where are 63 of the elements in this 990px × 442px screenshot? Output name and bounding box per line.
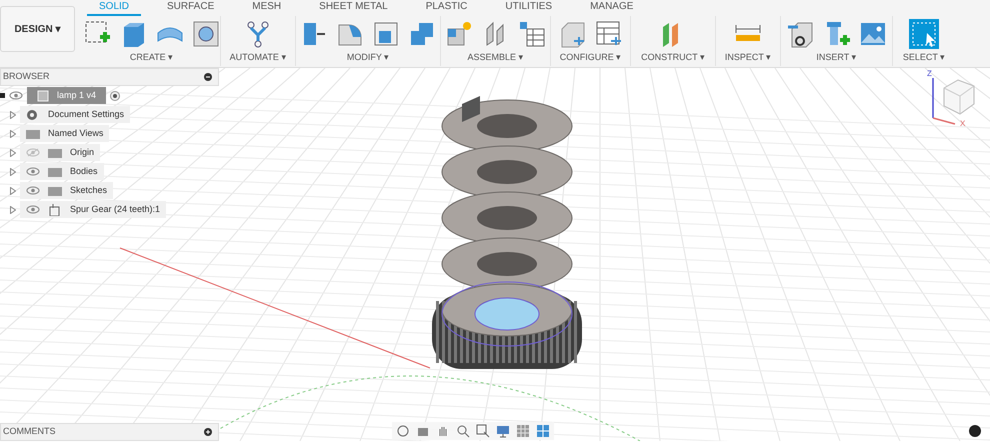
tool-group-menu[interactable]: CONSTRUCT ▾	[641, 51, 705, 64]
folder-icon	[26, 128, 40, 140]
grid-icon[interactable]	[516, 424, 530, 438]
select-cursor-icon[interactable]	[908, 18, 940, 50]
ribbon-tab[interactable]: SHEET METAL	[307, 1, 400, 16]
axis-label: Z	[927, 68, 932, 80]
tool-group-menu[interactable]: MODIFY ▾	[346, 51, 390, 64]
expand-marker-icon[interactable]	[0, 93, 5, 98]
expand-arrow-icon[interactable]	[10, 168, 16, 176]
eye-icon[interactable]	[9, 91, 23, 100]
expand-arrow-icon[interactable]	[10, 130, 16, 138]
zoom-icon[interactable]	[456, 424, 470, 438]
eye-icon[interactable]	[26, 186, 40, 195]
ribbon-tab[interactable]: MESH	[240, 1, 294, 16]
axis-label: X	[960, 118, 966, 130]
eye-icon[interactable]	[26, 205, 40, 214]
tool-group-menu[interactable]: CONFIGURE ▾	[560, 51, 622, 64]
ribbon-tab[interactable]: MANAGE	[578, 1, 646, 16]
tool-group-menu[interactable]: ASSEMBLE ▾	[467, 51, 524, 64]
folder-icon	[48, 184, 62, 196]
viewports-icon[interactable]	[536, 424, 550, 438]
tree-label: lamp 1 v4	[57, 88, 96, 102]
workspace-button[interactable]: DESIGN ▾	[0, 6, 75, 52]
zoom-window-icon[interactable]	[476, 424, 490, 438]
tree-label: Sketches	[70, 184, 108, 197]
panel-title: COMMENTS	[3, 425, 56, 438]
tool-group-menu[interactable]: INSPECT ▾	[724, 51, 772, 64]
hint-icon[interactable]	[969, 425, 981, 437]
collapse-icon[interactable]	[204, 73, 212, 81]
orbit-icon[interactable]	[396, 424, 410, 438]
component-icon	[37, 90, 49, 102]
tree-item[interactable]: Sketches	[20, 182, 114, 200]
tree-item[interactable]: Bodies	[20, 162, 104, 180]
tree-item[interactable]: Document Settings	[20, 106, 130, 124]
component-icon	[48, 204, 62, 216]
tool-group-menu[interactable]: SELECT ▾	[902, 51, 946, 64]
expand-arrow-icon[interactable]	[10, 148, 16, 156]
tool-group-menu[interactable]: CREATE ▾	[130, 51, 174, 64]
gear-icon	[26, 108, 40, 120]
ribbon-tab[interactable]: SURFACE	[155, 1, 226, 16]
expand-icon[interactable]	[204, 428, 212, 436]
radio-icon[interactable]	[110, 90, 120, 100]
eye-icon[interactable]	[26, 167, 40, 176]
tree-label: Spur Gear (24 teeth):1	[70, 202, 160, 216]
tree-label: Bodies	[70, 164, 98, 178]
cylinder-icon[interactable]	[190, 19, 220, 49]
expand-arrow-icon[interactable]	[10, 186, 16, 194]
folder-icon	[48, 166, 62, 178]
tree-item[interactable]: Spur Gear (24 teeth):1	[20, 200, 166, 218]
tool-group-menu[interactable]: AUTOMATE ▾	[230, 51, 286, 64]
panel-title: BROWSER	[3, 70, 50, 84]
tree-item[interactable]: Named Views	[20, 124, 110, 142]
folder-icon	[48, 146, 62, 158]
tree-item[interactable]: Origin	[20, 144, 100, 162]
tree-label: Origin	[70, 146, 94, 159]
tree-label: Document Settings	[48, 108, 124, 121]
display-icon[interactable]	[496, 424, 510, 438]
expand-arrow-icon[interactable]	[10, 206, 16, 214]
tree-label: Named Views	[48, 126, 104, 140]
tool-group-menu[interactable]: INSERT ▾	[816, 51, 857, 64]
ribbon-tab[interactable]: UTILITIES	[493, 1, 564, 16]
expand-arrow-icon[interactable]	[10, 110, 16, 118]
ribbon-tab[interactable]: PLASTIC	[414, 1, 480, 16]
